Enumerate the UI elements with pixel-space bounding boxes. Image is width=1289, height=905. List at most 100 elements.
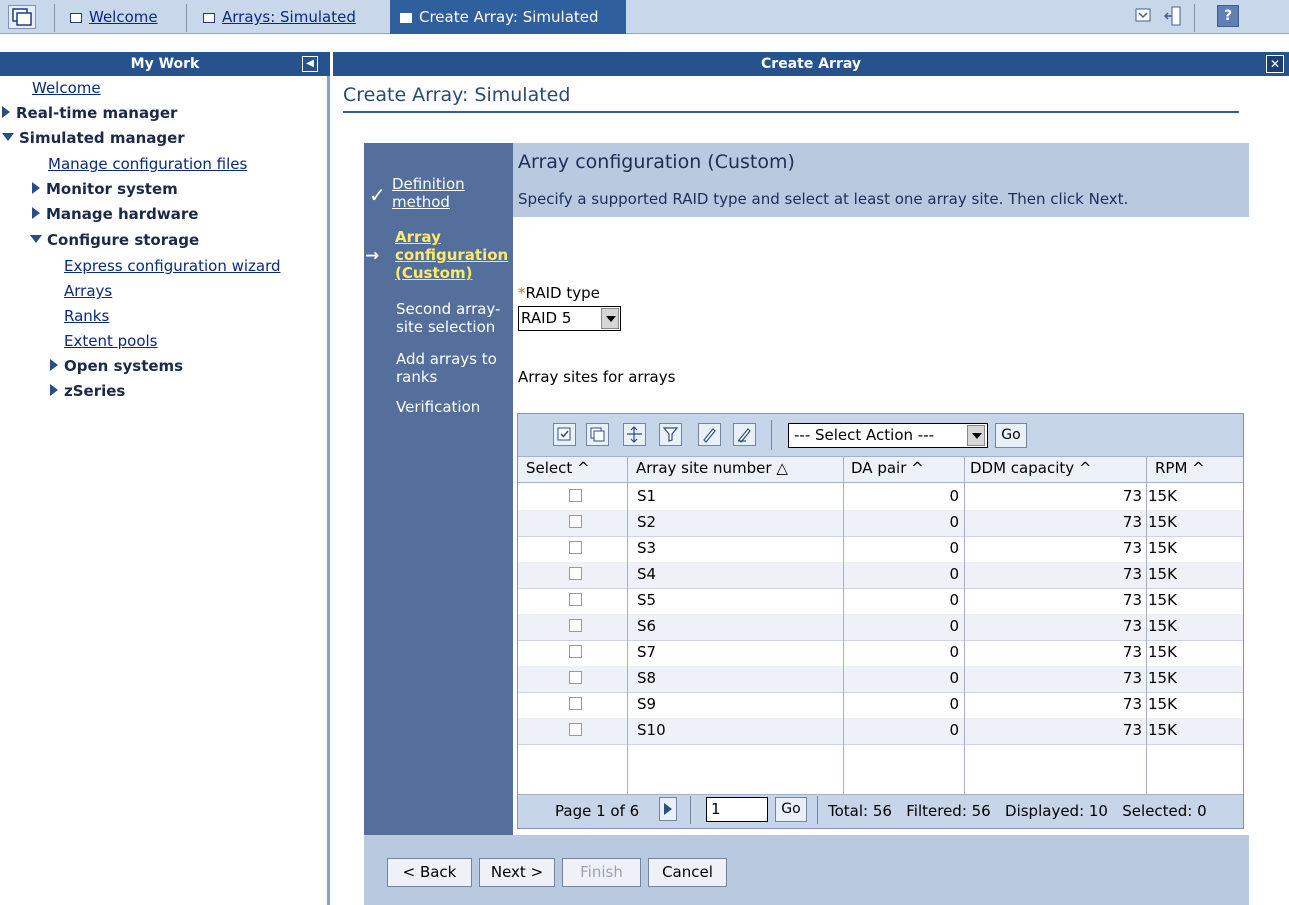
clear-sort-icon[interactable] [733,423,756,446]
row-select-checkbox[interactable] [569,671,582,684]
col-ddm-capacity-header[interactable]: DDM capacity ^ [970,459,1091,477]
tab-window-icon [203,13,215,23]
row-select-checkbox[interactable] [569,515,582,528]
nav-extent-pools-label[interactable]: Extent pools [64,332,157,350]
row-select-checkbox[interactable] [569,697,582,710]
nav-simulated-manager-label[interactable]: Simulated manager [19,129,185,147]
page-number-input[interactable]: 1 [706,797,768,822]
expand-icon[interactable] [50,359,58,371]
nav-express-configuration-wizard[interactable]: Express configuration wizard [64,257,281,275]
nav-open-systems-label[interactable]: Open systems [64,357,183,375]
nav-ranks[interactable]: Ranks [64,307,109,325]
step-label-line: Array [395,228,441,246]
nav-manage-configuration-files-label[interactable]: Manage configuration files [48,155,247,173]
row-select-checkbox[interactable] [569,723,582,736]
cancel-button[interactable]: Cancel [648,858,727,887]
nav-configure-storage-label[interactable]: Configure storage [47,231,199,249]
nav-arrays[interactable]: Arrays [64,282,112,300]
cell-array-site: S4 [637,565,657,583]
raid-type-label: *RAID type [518,284,600,302]
step-label-line[interactable]: method [392,193,465,211]
nav-welcome[interactable]: Welcome [32,79,101,97]
edit-sort-icon[interactable] [698,423,721,446]
select-action-value[interactable]: --- Select Action --- [794,426,934,444]
nav-manage-hardware[interactable]: Manage hardware [32,205,198,223]
action-go-button[interactable]: Go [995,423,1027,448]
expand-icon[interactable] [32,182,40,194]
task-launcher-icon[interactable] [8,5,36,29]
nav-zseries[interactable]: zSeries [50,382,125,400]
close-icon[interactable]: ✕ [1266,55,1284,73]
nav-real-time-manager-label[interactable]: Real-time manager [16,104,177,122]
nav-monitor-system[interactable]: Monitor system [32,180,178,198]
nav-manage-hardware-label[interactable]: Manage hardware [46,205,198,223]
step-second-array-site-selection: Second array- site selection [396,300,500,336]
step-label-line[interactable]: Definition [392,175,465,193]
collapse-icon[interactable] [2,133,14,141]
expand-all-icon[interactable] [623,423,646,446]
row-select-checkbox[interactable] [569,489,582,502]
nav-monitor-system-label[interactable]: Monitor system [46,180,178,198]
page-go-button[interactable]: Go [775,797,807,822]
help-icon[interactable]: ? [1217,5,1239,27]
expand-icon[interactable] [50,384,58,396]
tab-arrays-simulated[interactable]: Arrays: Simulated [193,0,356,34]
expand-icon[interactable] [32,207,40,219]
next-button[interactable]: Next > [479,858,555,887]
select-all-icon[interactable] [553,423,576,446]
tab-create-array[interactable]: Create Array: Simulated [390,0,626,34]
tab-welcome-label[interactable]: Welcome [89,8,158,26]
tab-arrays-label[interactable]: Arrays: Simulated [222,8,356,26]
collapse-nav-icon[interactable]: ◀ [302,56,318,72]
col-array-site-header[interactable]: Array site number △ [636,459,788,477]
pager-separator [817,796,818,824]
cell-ddm-capacity: 73 [1122,643,1142,661]
nav-zseries-label[interactable]: zSeries [64,382,125,400]
dropdown-arrow-icon[interactable] [967,425,985,446]
minimize-tabs-icon[interactable] [1132,5,1154,27]
row-select-checkbox[interactable] [569,541,582,554]
nav-real-time-manager[interactable]: Real-time manager [2,104,177,122]
step-add-arrays-to-ranks: Add arrays to ranks [396,350,497,386]
row-select-checkbox[interactable] [569,567,582,580]
nav-welcome-label[interactable]: Welcome [32,79,101,97]
col-da-pair-header[interactable]: DA pair ^ [851,459,924,477]
col-rpm-header[interactable]: RPM ^ [1155,459,1205,477]
nav-arrays-label[interactable]: Arrays [64,282,112,300]
nav-open-systems[interactable]: Open systems [50,357,183,375]
back-button[interactable]: < Back [387,858,472,887]
cell-da-pair: 0 [949,539,959,557]
nav-simulated-manager[interactable]: Simulated manager [2,129,185,147]
nav-express-configuration-wizard-label[interactable]: Express configuration wizard [64,257,281,275]
tab-window-icon [70,13,82,23]
cell-ddm-capacity: 73 [1122,721,1142,739]
cell-ddm-capacity: 73 [1122,617,1142,635]
nav-manage-configuration-files[interactable]: Manage configuration files [48,155,247,173]
step-definition-method[interactable]: Definition method [392,175,465,211]
tab-separator [1194,4,1195,32]
expand-icon[interactable] [2,106,10,118]
step-title: Array configuration (Custom) [518,151,795,173]
step-label-line: site selection [396,318,496,336]
dropdown-arrow-icon[interactable] [601,308,619,329]
row-select-checkbox[interactable] [569,619,582,632]
cell-da-pair: 0 [949,617,959,635]
deselect-all-icon[interactable] [586,423,609,446]
nav-extent-pools[interactable]: Extent pools [64,332,157,350]
cell-array-site: S5 [637,591,657,609]
row-select-checkbox[interactable] [569,593,582,606]
tab-window-icon [400,13,412,23]
collapse-icon[interactable] [30,235,42,243]
tab-welcome[interactable]: Welcome [60,0,158,34]
nav-ranks-label[interactable]: Ranks [64,307,109,325]
filter-icon[interactable] [659,423,682,446]
raid-type-value[interactable]: RAID 5 [521,309,571,327]
nav-configure-storage[interactable]: Configure storage [30,231,199,249]
cell-rpm: 15K [1148,617,1177,635]
next-page-icon[interactable] [659,797,677,821]
logout-icon[interactable] [1162,5,1184,27]
cell-rpm: 15K [1148,721,1177,739]
cell-array-site: S10 [637,721,666,739]
col-select-header[interactable]: Select ^ [526,459,590,477]
row-select-checkbox[interactable] [569,645,582,658]
